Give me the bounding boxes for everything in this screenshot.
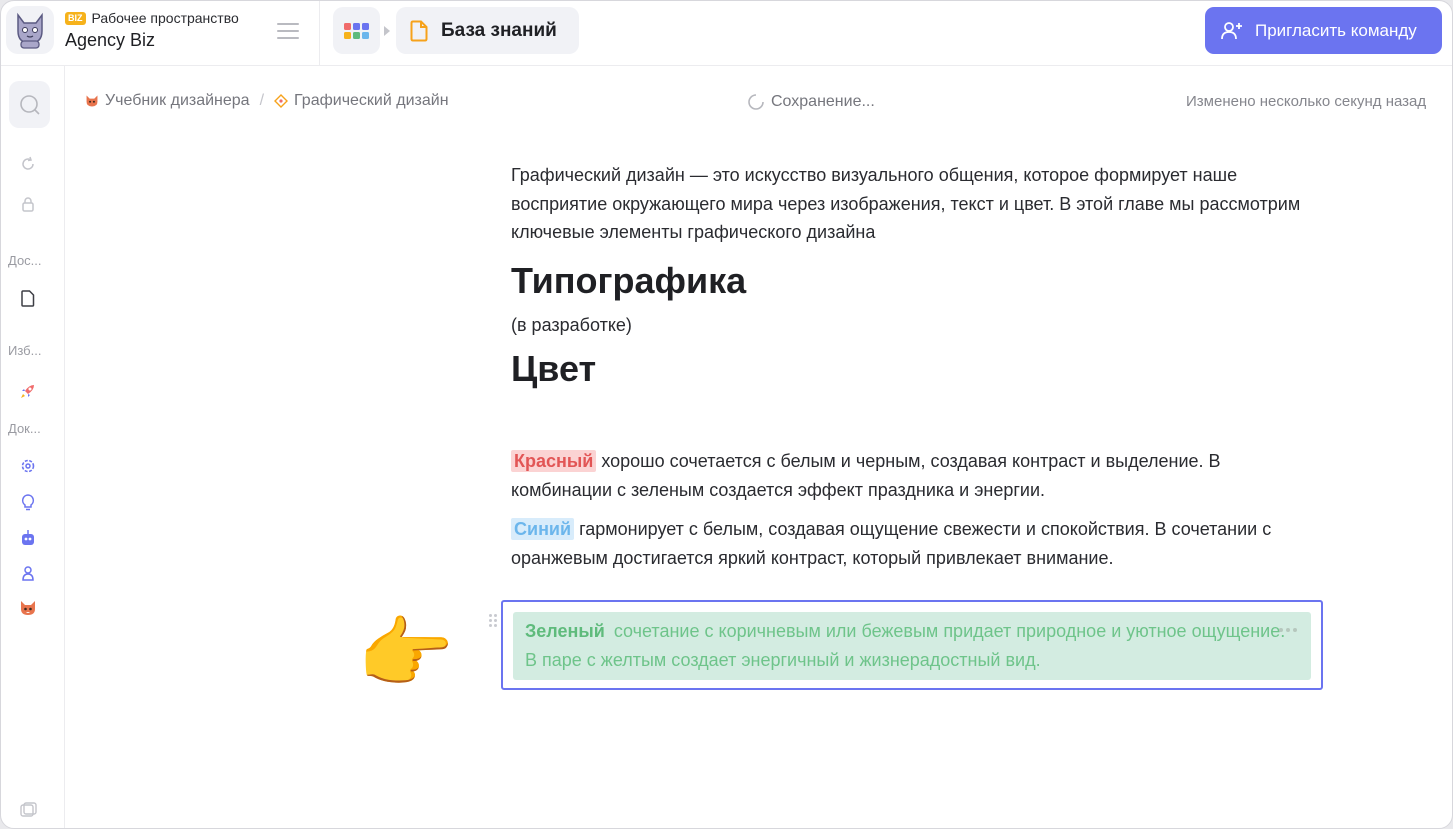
knowledge-base-title: База знаний — [441, 19, 557, 41]
breadcrumb-separator: / — [259, 92, 265, 109]
workspace-label: Рабочее пространство — [91, 10, 239, 26]
intro-paragraph[interactable]: Графический дизайн — это искусство визуа… — [511, 161, 1311, 247]
fox-icon — [86, 95, 98, 107]
refresh-icon[interactable] — [18, 154, 38, 174]
green-highlight: Зеленый — [525, 621, 605, 641]
rail-section-documents: Док... — [8, 421, 41, 436]
heading-color[interactable]: Цвет — [511, 349, 1311, 389]
saving-status: Сохранение... — [747, 93, 875, 111]
search-button[interactable] — [9, 81, 50, 128]
workspace-name[interactable]: Agency Biz — [65, 30, 155, 51]
blue-paragraph-text: гармонирует с белым, создавая ощущение с… — [511, 519, 1272, 568]
cat-mascot-icon — [17, 12, 43, 49]
rail-section-favorites: Изб... — [8, 343, 42, 358]
apps-grid-icon — [344, 22, 369, 39]
modified-status: Изменено несколько секунд назад — [1186, 93, 1427, 110]
typography-note[interactable]: (в разработке) — [511, 311, 1311, 340]
breadcrumb: Учебник дизайнера / Графический дизайн — [85, 92, 449, 110]
chevron-right-icon — [384, 26, 390, 36]
red-paragraph[interactable]: Красный хорошо сочетается с белым и черн… — [511, 447, 1311, 504]
document-icon[interactable] — [18, 288, 38, 308]
invite-team-label: Пригласить команду — [1255, 20, 1417, 40]
breadcrumb-item-graphic-design[interactable]: Графический дизайн — [294, 92, 449, 110]
add-user-icon — [1221, 21, 1242, 39]
more-options-icon[interactable] — [1279, 628, 1297, 632]
robot-icon[interactable] — [18, 527, 38, 547]
spinner-icon — [748, 94, 764, 110]
drag-handle-icon[interactable] — [489, 614, 497, 627]
biz-badge: BIZ — [65, 11, 86, 25]
pointing-hand-icon: 👉 — [357, 609, 455, 697]
breadcrumb-item-textbook[interactable]: Учебник дизайнера — [105, 92, 250, 110]
lock-icon[interactable] — [18, 194, 38, 214]
workspace-avatar[interactable] — [6, 6, 54, 54]
saving-status-label: Сохранение... — [771, 93, 875, 110]
heading-typography[interactable]: Типографика — [511, 260, 1311, 301]
lightbulb-icon[interactable] — [18, 492, 38, 512]
document-icon — [410, 20, 428, 41]
document-body[interactable]: Графический дизайн — это искусство визуа… — [511, 161, 1311, 572]
search-icon — [19, 94, 40, 115]
selected-block[interactable]: Зеленый сочетание с коричневым или бежев… — [501, 600, 1323, 690]
green-paragraph-text: сочетание с коричневым или бежевым прида… — [525, 621, 1286, 670]
invite-team-button[interactable]: Пригласить команду — [1205, 7, 1442, 54]
workspace-label-row: BIZ Рабочее пространство — [65, 10, 239, 26]
green-callout[interactable]: Зеленый сочетание с коричневым или бежев… — [513, 612, 1311, 680]
app-window: BIZ Рабочее пространство Agency Biz База… — [0, 0, 1453, 829]
top-bar: BIZ Рабочее пространство Agency Biz База… — [1, 1, 1452, 66]
blue-paragraph[interactable]: Синий гармонирует с белым, создавая ощущ… — [511, 515, 1311, 572]
blue-highlight: Синий — [511, 518, 575, 540]
sidebar-toggle-icon[interactable] — [19, 802, 37, 823]
menu-icon[interactable] — [277, 23, 299, 39]
knowledge-base-tab[interactable]: База знаний — [396, 7, 579, 54]
gear-icon[interactable] — [18, 456, 38, 476]
topbar-divider — [319, 1, 320, 66]
fox-icon[interactable] — [18, 598, 38, 618]
palette-icon — [274, 94, 289, 108]
rocket-icon[interactable] — [18, 381, 38, 401]
apps-button[interactable] — [333, 7, 380, 54]
user-icon[interactable] — [18, 563, 38, 583]
rail-section-docs: Дос... — [8, 253, 42, 268]
left-rail: Дос... Изб... Док... — [1, 66, 65, 828]
red-paragraph-text: хорошо сочетается с белым и черным, созд… — [511, 451, 1221, 500]
red-highlight: Красный — [511, 450, 597, 472]
